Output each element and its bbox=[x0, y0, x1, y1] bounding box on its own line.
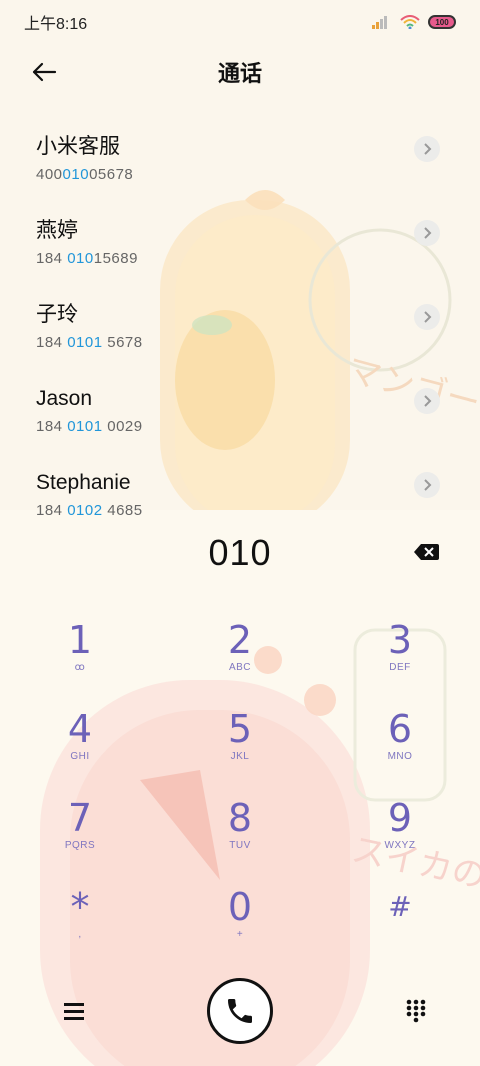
battery-icon: 100 bbox=[428, 15, 456, 29]
key-0[interactable]: 0 + bbox=[160, 879, 320, 968]
contact-number: 184 0101 0029 bbox=[36, 418, 143, 435]
key-digit: 8 bbox=[227, 796, 253, 840]
contact-detail-button[interactable] bbox=[414, 304, 440, 330]
key-digit: 9 bbox=[387, 796, 413, 840]
key-7[interactable]: 7 PQRS bbox=[0, 790, 160, 879]
key-5[interactable]: 5 JKL bbox=[160, 701, 320, 790]
key-letters: DEF bbox=[389, 662, 411, 673]
wifi-icon bbox=[400, 15, 420, 29]
list-item[interactable]: 小米客服 40001005678 bbox=[0, 120, 480, 204]
key-9[interactable]: 9 WXYZ bbox=[320, 790, 480, 879]
backspace-icon bbox=[414, 544, 439, 560]
contact-number: 40001005678 bbox=[36, 166, 134, 183]
key-letters: MNO bbox=[387, 751, 413, 762]
contact-number: 184 0102 4685 bbox=[36, 502, 143, 519]
key-digit: 7 bbox=[67, 796, 93, 840]
contact-detail-button[interactable] bbox=[414, 388, 440, 414]
backspace-button[interactable] bbox=[412, 542, 440, 562]
contact-detail-button[interactable] bbox=[414, 220, 440, 246]
key-digit: 1 bbox=[67, 618, 93, 662]
key-letters: PQRS bbox=[64, 840, 96, 851]
menu-icon bbox=[64, 1003, 84, 1020]
bottom-action-bar bbox=[0, 978, 480, 1044]
status-bar: 上午8:16 100 bbox=[0, 0, 480, 44]
dialpad-icon bbox=[406, 999, 426, 1023]
key-letters: TUV bbox=[229, 840, 251, 851]
chevron-right-icon bbox=[424, 479, 432, 491]
key-2[interactable]: 2 ABC bbox=[160, 612, 320, 701]
dialed-number-display: 010 bbox=[0, 528, 480, 578]
key-letters: JKL bbox=[230, 751, 250, 762]
phone-icon bbox=[228, 999, 252, 1023]
voicemail-icon: ꝏ bbox=[74, 662, 86, 673]
page-title: 通话 bbox=[217, 61, 262, 86]
header: 通话 bbox=[0, 50, 480, 94]
key-6[interactable]: 6 MNO bbox=[320, 701, 480, 790]
chevron-right-icon bbox=[424, 395, 432, 407]
key-digit: # bbox=[388, 890, 412, 923]
dial-keypad: 1 ꝏ 2 ABC 3 DEF 4 GHI 5 JKL 6 MNO 7 PQRS… bbox=[0, 612, 480, 968]
arrow-left-icon bbox=[32, 62, 57, 82]
dialed-number: 010 bbox=[208, 532, 272, 573]
contact-number: 184 0101 5678 bbox=[36, 334, 143, 351]
key-digit: 5 bbox=[227, 707, 253, 751]
key-4[interactable]: 4 GHI bbox=[0, 701, 160, 790]
key-letters: ABC bbox=[228, 662, 252, 673]
contact-detail-button[interactable] bbox=[414, 136, 440, 162]
list-item[interactable]: 燕婷 184 01015689 bbox=[0, 204, 480, 288]
key-digit: 2 bbox=[227, 618, 253, 662]
key-digit: 6 bbox=[387, 707, 413, 751]
key-digit: 4 bbox=[67, 707, 93, 751]
contact-detail-button[interactable] bbox=[414, 472, 440, 498]
key-8[interactable]: 8 TUV bbox=[160, 790, 320, 879]
list-item[interactable]: 子玲 184 0101 5678 bbox=[0, 288, 480, 372]
key-hash[interactable]: # bbox=[320, 879, 480, 968]
key-letters: + bbox=[236, 929, 244, 940]
key-1[interactable]: 1 ꝏ bbox=[0, 612, 160, 701]
signal-icon bbox=[372, 16, 387, 29]
chevron-right-icon bbox=[424, 227, 432, 239]
chevron-right-icon bbox=[424, 311, 432, 323]
status-icons: 100 bbox=[372, 15, 456, 29]
contact-suggestion-list: 小米客服 40001005678 燕婷 184 01015689 子玲 184 … bbox=[0, 120, 480, 528]
key-letters: , bbox=[78, 929, 82, 940]
key-star[interactable]: * , bbox=[0, 879, 160, 968]
menu-button[interactable] bbox=[62, 999, 86, 1023]
chevron-right-icon bbox=[424, 143, 432, 155]
list-item[interactable]: Stephanie 184 0102 4685 bbox=[0, 456, 480, 528]
back-button[interactable] bbox=[28, 58, 60, 86]
key-digit: 0 bbox=[227, 885, 253, 929]
key-digit: * bbox=[70, 885, 90, 929]
contact-number: 184 01015689 bbox=[36, 250, 138, 267]
key-letters: GHI bbox=[70, 751, 90, 762]
dialpad-toggle-button[interactable] bbox=[404, 999, 428, 1023]
key-3[interactable]: 3 DEF bbox=[320, 612, 480, 701]
status-time: 上午8:16 bbox=[24, 16, 88, 33]
key-digit: 3 bbox=[387, 618, 413, 662]
call-button[interactable] bbox=[207, 978, 273, 1044]
list-item[interactable]: Jason 184 0101 0029 bbox=[0, 372, 480, 456]
key-letters: WXYZ bbox=[384, 840, 416, 851]
